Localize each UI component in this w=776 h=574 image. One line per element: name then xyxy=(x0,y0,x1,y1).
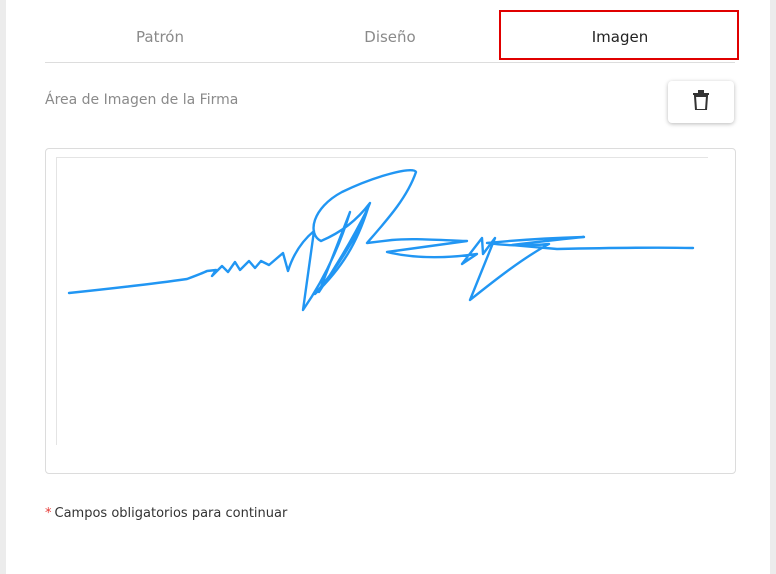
signature-canvas[interactable] xyxy=(56,157,708,445)
tab-diseno-label: Diseño xyxy=(364,27,416,46)
tab-patron-label: Patrón xyxy=(136,27,184,46)
tab-imagen[interactable]: Imagen xyxy=(505,10,735,63)
signature-stroke xyxy=(67,169,695,312)
required-asterisk: * xyxy=(45,506,52,521)
required-fields-note: * Campos obligatorios para continuar xyxy=(45,506,287,521)
required-note-text: Campos obligatorios para continuar xyxy=(54,506,288,521)
signature-panel: Patrón Diseño Imagen Área de Imagen de l… xyxy=(6,0,770,574)
tab-diseno[interactable]: Diseño xyxy=(275,10,505,63)
tab-imagen-label: Imagen xyxy=(591,27,649,46)
tab-patron[interactable]: Patrón xyxy=(45,10,275,63)
tab-divider xyxy=(45,62,735,63)
trash-icon xyxy=(693,90,709,114)
signature-area-label: Área de Imagen de la Firma xyxy=(45,92,239,108)
delete-signature-button[interactable] xyxy=(668,81,734,123)
